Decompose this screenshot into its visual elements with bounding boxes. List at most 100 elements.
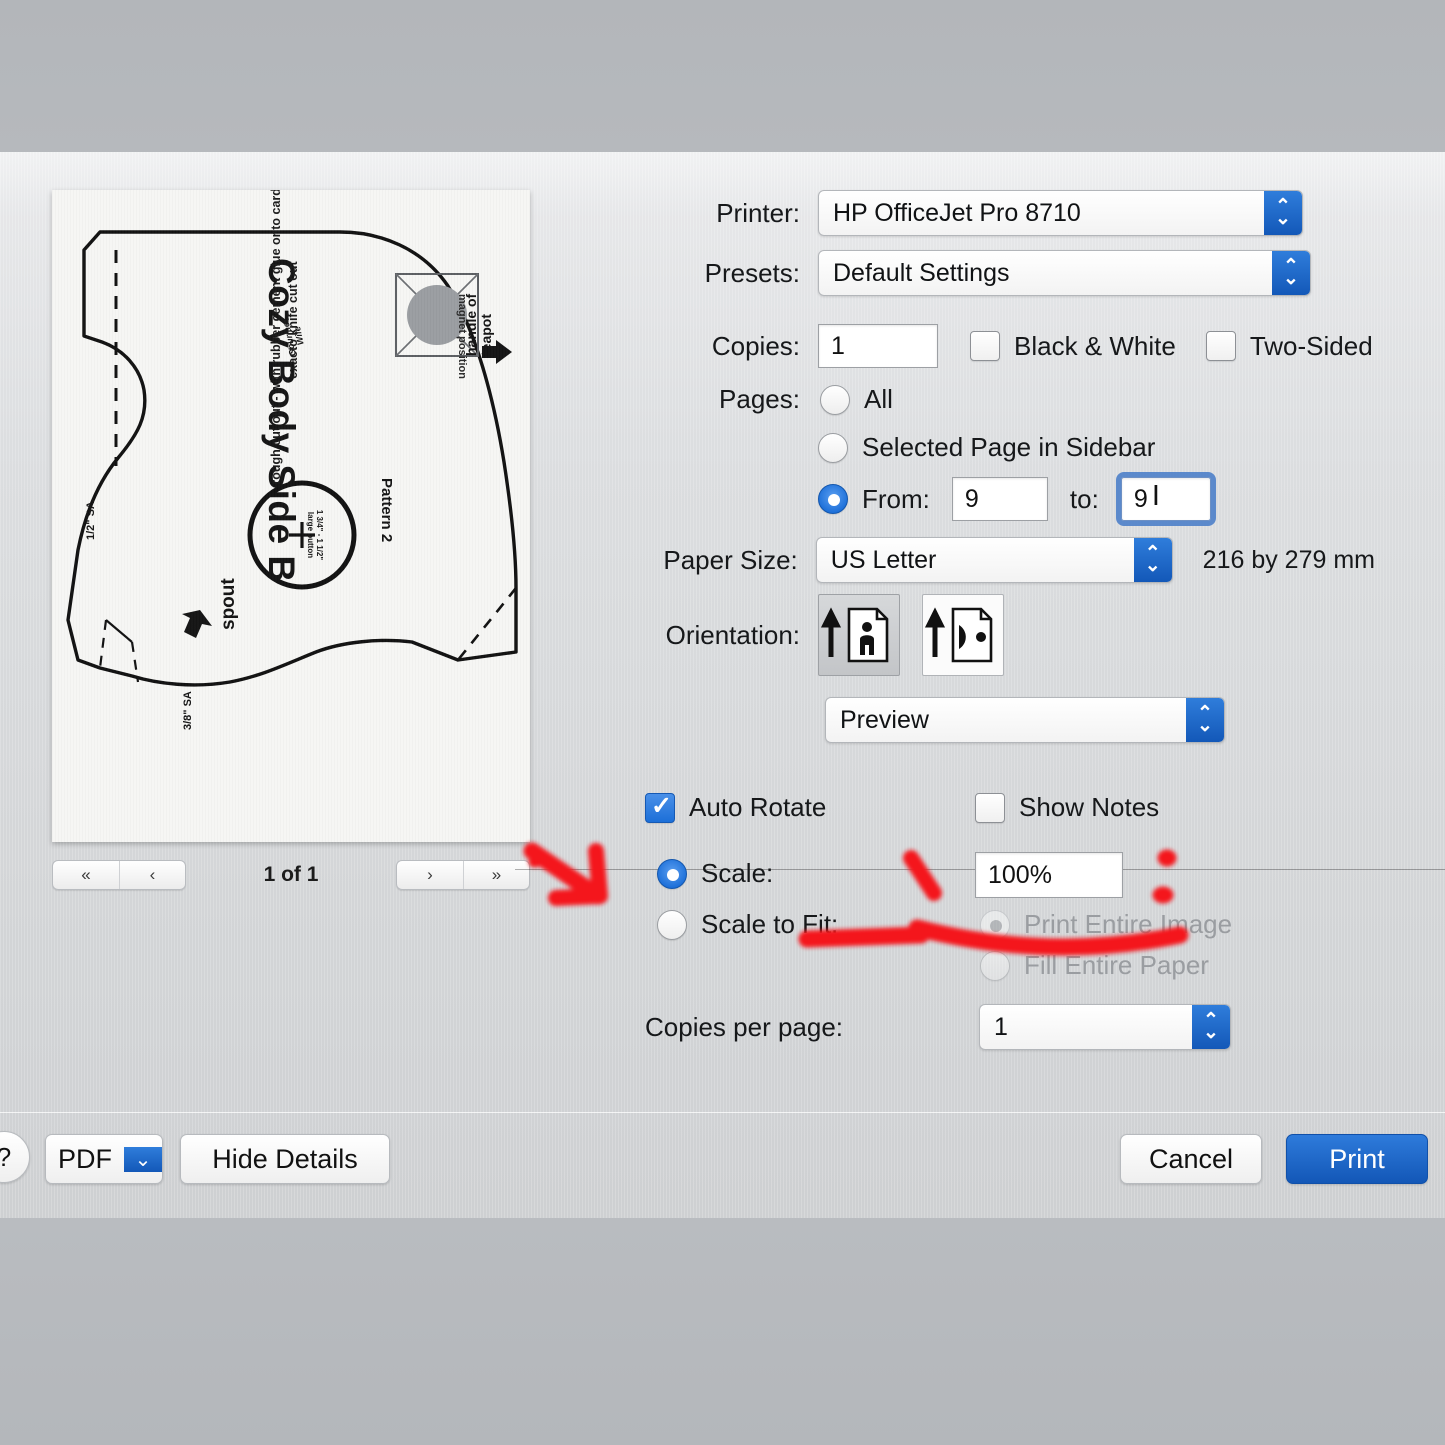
portrait-orientation-button[interactable] <box>818 594 900 676</box>
first-page-button[interactable]: « <box>53 861 119 889</box>
scale-radio[interactable] <box>657 858 687 889</box>
print-button[interactable]: Print <box>1286 1134 1428 1184</box>
copies-per-page-value: 1 <box>994 1012 1008 1041</box>
fill-entire-paper-row[interactable]: Fill Entire Paper <box>980 950 1209 981</box>
print-preview-pane: Cozy Body Side B Pattern 2 handle of teap… <box>52 190 530 890</box>
copies-per-page-label: Copies per page: <box>645 1011 844 1042</box>
paper-size-value: US Letter <box>830 545 937 574</box>
fill-entire-paper-label: Fill Entire Paper <box>1024 950 1209 980</box>
text-cursor-icon: I <box>1151 480 1160 512</box>
printer-row: Printer: HP OfficeJet Pro 8710 ⌃ ⌄ <box>545 190 1365 236</box>
paper-size-row: Paper Size: US Letter ⌃ ⌄ 216 by 279 mm <box>545 537 1375 583</box>
pattern-spout-label: spout <box>218 578 239 630</box>
black-white-checkbox-group[interactable]: Black & White <box>970 331 1176 362</box>
copies-per-page-stepper-icon[interactable]: ⌃ ⌄ <box>1192 1005 1230 1049</box>
print-entire-image-radio[interactable] <box>980 909 1010 940</box>
scale-to-fit-radio[interactable] <box>657 909 687 940</box>
black-white-label: Black & White <box>1014 330 1176 361</box>
black-white-checkbox[interactable] <box>970 331 1000 361</box>
scale-value: 100% <box>988 860 1052 889</box>
pages-from-input[interactable]: 9 <box>951 477 1048 521</box>
pattern-number: Pattern 2 <box>378 478 395 543</box>
scale-to-fit-label: Scale to Fit: <box>701 909 839 939</box>
show-notes-label: Show Notes <box>1019 792 1160 822</box>
printer-value: HP OfficeJet Pro 8710 <box>833 198 1081 227</box>
page-counter: 1 of 1 <box>263 863 319 886</box>
pattern-outline-svg <box>66 230 518 687</box>
paper-size-label: Paper Size: <box>663 544 798 575</box>
print-module-select[interactable]: Preview ⌃ ⌄ <box>825 697 1225 743</box>
pages-label: Pages: <box>719 384 800 414</box>
chevron-down-icon[interactable]: ⌄ <box>124 1146 162 1172</box>
pattern-artwork: Cozy Body Side B Pattern 2 handle of teap… <box>52 190 530 842</box>
presets-stepper-icon[interactable]: ⌃ ⌄ <box>1272 251 1310 295</box>
pattern-seam-allowance-side: 3/8" SA <box>182 691 194 730</box>
auto-rotate-row[interactable]: Auto Rotate <box>645 791 827 823</box>
previous-page-button[interactable]: ‹ <box>119 861 185 889</box>
print-settings-column: Printer: HP OfficeJet Pro 8710 ⌃ ⌄ Preset… <box>515 152 1445 1112</box>
pdf-label: PDF <box>58 1143 112 1174</box>
help-button[interactable]: ? <box>0 1131 30 1183</box>
pages-to-label: to: <box>1069 483 1099 514</box>
scale-row[interactable]: Scale: <box>657 858 773 889</box>
scale-label: Scale: <box>701 858 774 888</box>
copies-value: 1 <box>831 331 845 360</box>
photo-bottom-border <box>0 1218 1445 1445</box>
print-dialog: Cozy Body Side B Pattern 2 handle of teap… <box>0 152 1445 1218</box>
paper-dimensions: 216 by 279 mm <box>1202 545 1375 574</box>
scale-input[interactable]: 100% <box>975 852 1123 898</box>
presets-row: Presets: Default Settings ⌃ ⌄ <box>545 250 1365 296</box>
copies-per-page-row: Copies per page: 1 ⌃ ⌄ <box>645 1004 1231 1050</box>
pattern-title: Cozy Body Side B <box>261 258 302 583</box>
scale-value-row: 100% <box>975 852 1123 898</box>
pages-to-input[interactable]: 9 I <box>1115 472 1216 526</box>
fill-entire-paper-radio[interactable] <box>980 950 1010 981</box>
presets-label: Presets: <box>704 257 800 288</box>
two-sided-checkbox[interactable] <box>1205 331 1236 361</box>
pages-all-radio[interactable] <box>820 384 850 415</box>
printer-stepper-icon[interactable]: ⌃ ⌄ <box>1264 191 1302 235</box>
printer-label: Printer: <box>716 197 800 228</box>
show-notes-checkbox[interactable] <box>975 792 1005 823</box>
pages-from-value: 9 <box>964 484 979 513</box>
pattern-brand-logo: Gourmet Wife <box>280 318 306 358</box>
pages-from-label: From: <box>862 483 930 514</box>
pages-all-radio-group[interactable]: All <box>820 384 893 415</box>
paper-size-select[interactable]: US Letter ⌃ ⌄ <box>815 537 1173 583</box>
nav-forward-group[interactable]: › » <box>396 860 530 890</box>
pages-all-row: Pages: All <box>545 384 1245 415</box>
auto-rotate-label: Auto Rotate <box>689 792 827 822</box>
landscape-orientation-button[interactable] <box>922 594 1004 676</box>
pattern-seam-allowance-bottom: 1/2" SA <box>85 501 97 540</box>
print-module-stepper-icon[interactable]: ⌃ ⌄ <box>1186 698 1224 742</box>
pages-selected-radio[interactable] <box>818 432 848 463</box>
two-sided-checkbox-group[interactable]: Two-Sided <box>1205 331 1373 362</box>
pages-all-label: All <box>864 384 893 414</box>
pages-selected-row[interactable]: Selected Page in Sidebar <box>818 432 1155 463</box>
landscape-orientation-icon <box>924 607 993 663</box>
presets-value: Default Settings <box>833 258 1010 287</box>
presets-select[interactable]: Default Settings ⌃ ⌄ <box>818 250 1311 296</box>
scale-to-fit-row[interactable]: Scale to Fit: <box>657 909 838 940</box>
cancel-button[interactable]: Cancel <box>1120 1134 1262 1184</box>
orientation-label: Orientation: <box>665 619 800 650</box>
pattern-magnet-label: magnet position <box>456 294 468 379</box>
hide-details-button[interactable]: Hide Details <box>180 1134 390 1184</box>
pattern-instructions: rough cut out - with rubber cement glue … <box>269 190 300 485</box>
copies-input[interactable]: 1 <box>818 324 938 368</box>
last-page-button[interactable]: » <box>463 861 529 889</box>
pages-range-radio[interactable] <box>818 484 848 514</box>
show-notes-row[interactable]: Show Notes <box>975 792 1159 823</box>
paper-size-stepper-icon[interactable]: ⌃ ⌄ <box>1133 538 1172 582</box>
dialog-bottom-bar: ? PDF ⌄ Hide Details Cancel Print <box>0 1112 1445 1218</box>
pdf-menu-button[interactable]: PDF ⌄ <box>45 1134 163 1184</box>
nav-back-group[interactable]: « ‹ <box>52 860 186 890</box>
auto-rotate-checkbox[interactable] <box>645 791 675 823</box>
photo-top-border <box>0 0 1445 152</box>
print-module-value: Preview <box>840 705 929 734</box>
pattern-handle-label: handle of teapot <box>463 293 494 356</box>
printer-select[interactable]: HP OfficeJet Pro 8710 ⌃ ⌄ <box>818 190 1303 236</box>
copies-per-page-select[interactable]: 1 ⌃ ⌄ <box>979 1004 1231 1050</box>
next-page-button[interactable]: › <box>397 861 463 889</box>
print-entire-image-row[interactable]: Print Entire Image <box>980 909 1232 940</box>
